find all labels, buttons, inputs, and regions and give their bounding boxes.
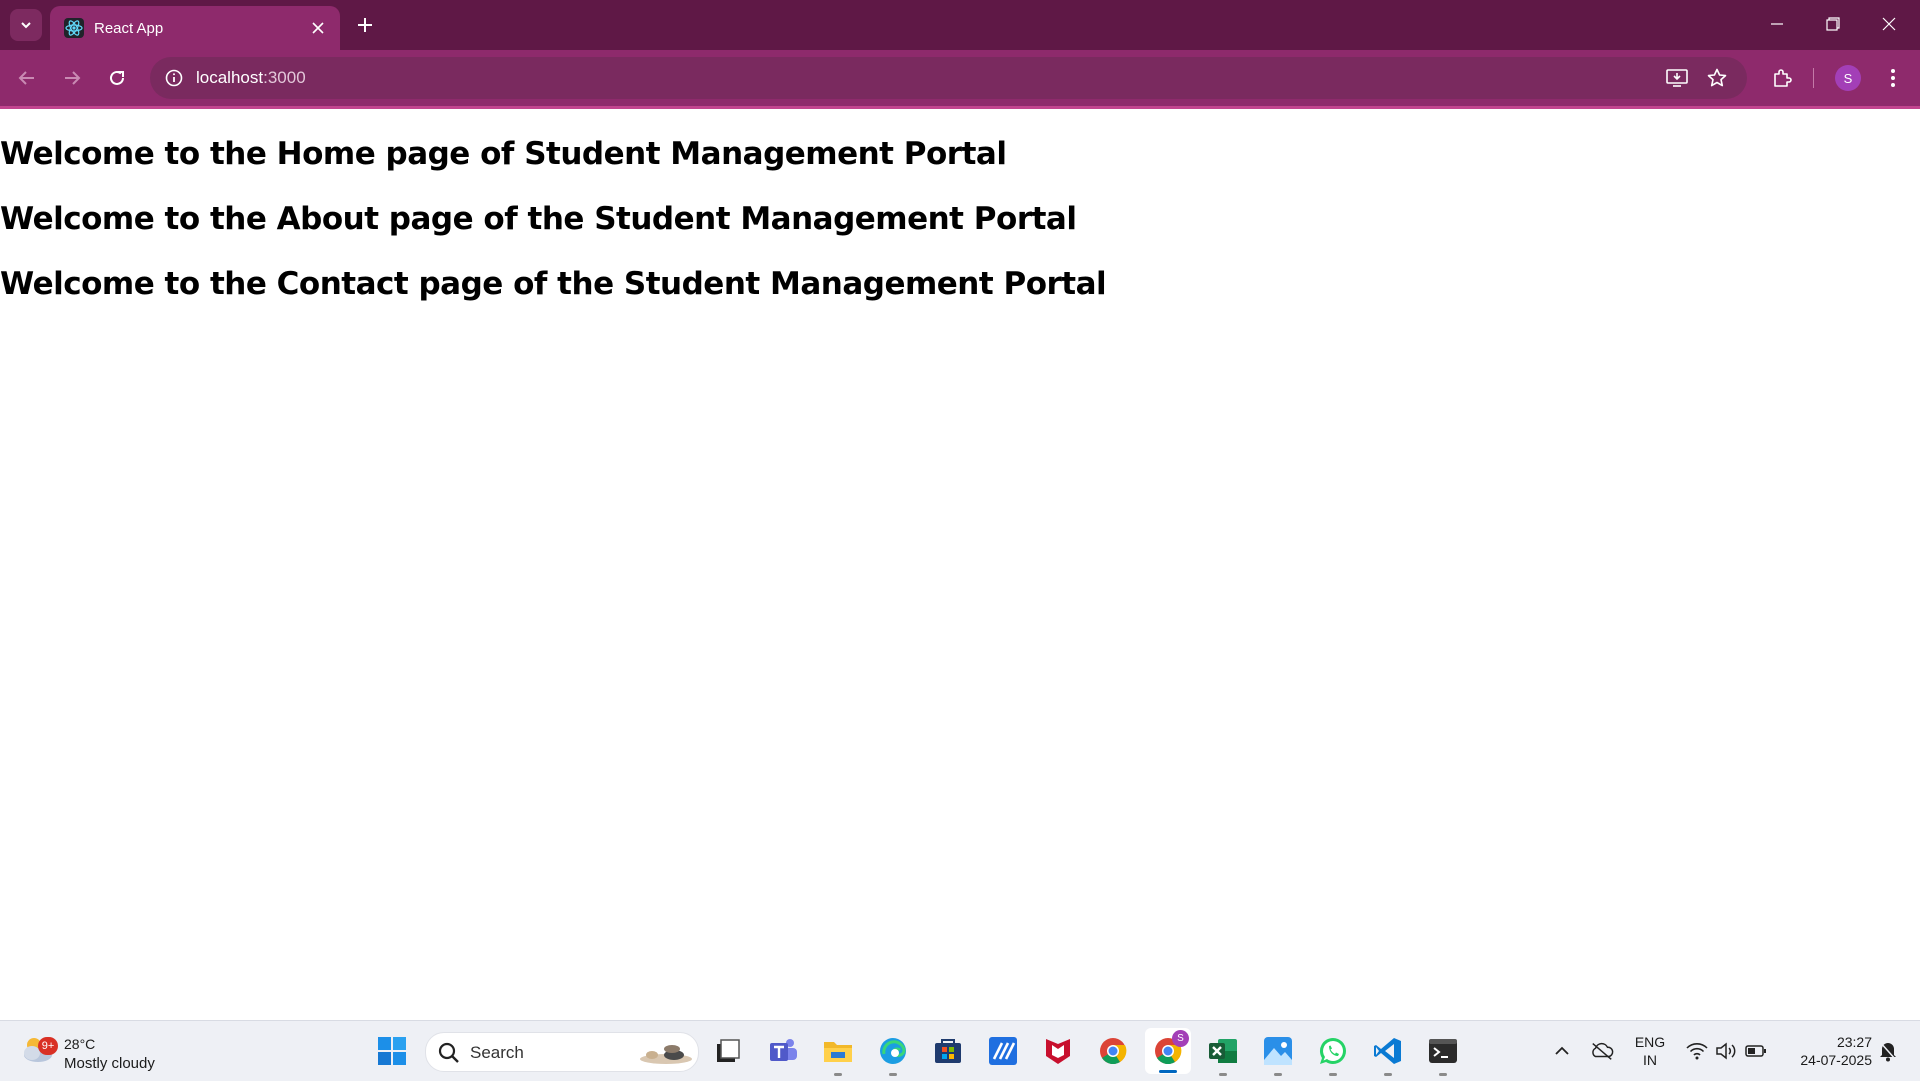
- new-tab-button[interactable]: [350, 10, 380, 40]
- home-heading: Welcome to the Home page of Student Mana…: [0, 136, 1007, 172]
- reload-icon: [110, 70, 124, 85]
- running-indicator: [1329, 1073, 1337, 1076]
- window-close-icon: [1882, 17, 1896, 31]
- ms-app[interactable]: [985, 1033, 1021, 1069]
- close-icon[interactable]: [304, 14, 332, 42]
- show-hidden-icons-button[interactable]: [1550, 1039, 1574, 1063]
- tab-search-button[interactable]: [10, 9, 42, 41]
- battery-icon: [1745, 1045, 1766, 1057]
- chrome-profile-app[interactable]: S: [1145, 1028, 1191, 1074]
- mcafee-app[interactable]: [1040, 1033, 1076, 1069]
- plus-icon: [358, 18, 372, 32]
- weather-widget[interactable]: 9+ 28°C Mostly cloudy: [20, 1029, 180, 1073]
- onedrive-status[interactable]: [1590, 1039, 1614, 1063]
- tab-strip: React App: [0, 0, 1920, 50]
- forward-icon: [65, 71, 81, 85]
- restore-icon: [1826, 17, 1840, 31]
- search-label: Search: [470, 1043, 524, 1062]
- react-icon: [64, 18, 84, 38]
- contact-heading: Welcome to the Contact page of the Stude…: [0, 266, 1107, 302]
- weather-temperature: 28°C: [64, 1036, 96, 1052]
- taskbar-search[interactable]: Search: [425, 1032, 699, 1072]
- restore-button[interactable]: [1805, 0, 1861, 48]
- forward-button[interactable]: [56, 62, 88, 94]
- chrome-profile-badge: S: [1172, 1030, 1189, 1047]
- tab-search-icon: [21, 22, 31, 29]
- notification-button[interactable]: [1876, 1039, 1900, 1063]
- edge-app[interactable]: [875, 1033, 911, 1076]
- edge-icon: [880, 1038, 906, 1064]
- running-indicator: [834, 1073, 842, 1076]
- onedrive-icon: [1592, 1042, 1614, 1060]
- photos-icon: [1264, 1037, 1292, 1065]
- extensions-button[interactable]: [1766, 62, 1798, 94]
- clock[interactable]: 23:27 24-07-2025: [1780, 1033, 1872, 1069]
- address-bar[interactable]: localhost:3000: [150, 57, 1747, 99]
- volume-icon: [1716, 1042, 1736, 1060]
- profile-avatar[interactable]: S: [1835, 65, 1861, 91]
- page-content: Welcome to the Home page of Student Mana…: [0, 109, 1920, 1020]
- browser-toolbar: localhost:3000 S: [0, 50, 1920, 106]
- running-indicator: [1274, 1073, 1282, 1076]
- battery-status[interactable]: [1744, 1039, 1768, 1063]
- weather-badge: 9+: [38, 1037, 58, 1055]
- menu-button[interactable]: [1877, 62, 1909, 94]
- active-indicator: [1159, 1070, 1177, 1073]
- photos-app[interactable]: [1260, 1033, 1296, 1076]
- running-indicator: [1439, 1073, 1447, 1076]
- star-icon[interactable]: [1705, 66, 1729, 90]
- excel-app[interactable]: [1205, 1033, 1241, 1076]
- notification-icon: [1879, 1041, 1897, 1062]
- taskbar: 9+ 28°C Mostly cloudy Search S ENG IN 23…: [0, 1020, 1920, 1081]
- store-app[interactable]: [930, 1033, 966, 1069]
- whatsapp-app[interactable]: [1315, 1033, 1351, 1076]
- wifi-status[interactable]: [1685, 1039, 1709, 1063]
- info-icon[interactable]: [162, 66, 186, 90]
- task-view-button[interactable]: [710, 1033, 746, 1069]
- search-icon: [438, 1042, 459, 1063]
- minimize-icon: [1771, 23, 1783, 25]
- url-text[interactable]: localhost:3000: [196, 68, 306, 88]
- about-heading: Welcome to the About page of the Student…: [0, 201, 1077, 237]
- reload-button[interactable]: [101, 62, 133, 94]
- running-indicator: [889, 1073, 897, 1076]
- window-close-button[interactable]: [1861, 0, 1917, 48]
- windows-start-icon: [378, 1037, 406, 1065]
- language-indicator[interactable]: ENG IN: [1628, 1033, 1672, 1069]
- teams-app[interactable]: [765, 1033, 801, 1069]
- tab-react-app[interactable]: React App: [50, 6, 340, 50]
- ms-app-icon: [989, 1037, 1017, 1065]
- terminal-icon: [1429, 1039, 1457, 1063]
- install-app-icon[interactable]: [1665, 66, 1689, 90]
- wifi-icon: [1686, 1043, 1708, 1060]
- file-explorer-icon: [824, 1042, 852, 1062]
- back-button[interactable]: [11, 62, 43, 94]
- chrome-icon: [1100, 1038, 1127, 1065]
- menu-icon: [1891, 69, 1895, 87]
- teams-icon: [770, 1039, 797, 1061]
- store-icon: [935, 1039, 961, 1063]
- search-highlight-art: [640, 1045, 692, 1064]
- running-indicator: [1219, 1073, 1227, 1076]
- back-icon: [18, 71, 34, 85]
- mcafee-icon: [1046, 1039, 1070, 1064]
- whatsapp-icon: [1319, 1037, 1346, 1065]
- extensions-icon: [1774, 69, 1792, 87]
- chevron-up-icon: [1555, 1046, 1569, 1055]
- file-explorer-app[interactable]: [820, 1033, 856, 1076]
- minimize-button[interactable]: [1749, 0, 1805, 48]
- running-indicator: [1384, 1073, 1392, 1076]
- weather-description: Mostly cloudy: [64, 1055, 155, 1072]
- task-view-icon: [717, 1039, 740, 1062]
- excel-icon: [1209, 1039, 1237, 1063]
- vscode-app[interactable]: [1370, 1033, 1406, 1076]
- toolbar-separator: [1813, 68, 1814, 88]
- chrome-app[interactable]: [1095, 1033, 1131, 1069]
- start-button[interactable]: [374, 1033, 410, 1069]
- vscode-icon: [1374, 1038, 1401, 1064]
- tab-title: React App: [94, 19, 164, 37]
- volume-status[interactable]: [1714, 1039, 1738, 1063]
- terminal-app[interactable]: [1425, 1033, 1461, 1076]
